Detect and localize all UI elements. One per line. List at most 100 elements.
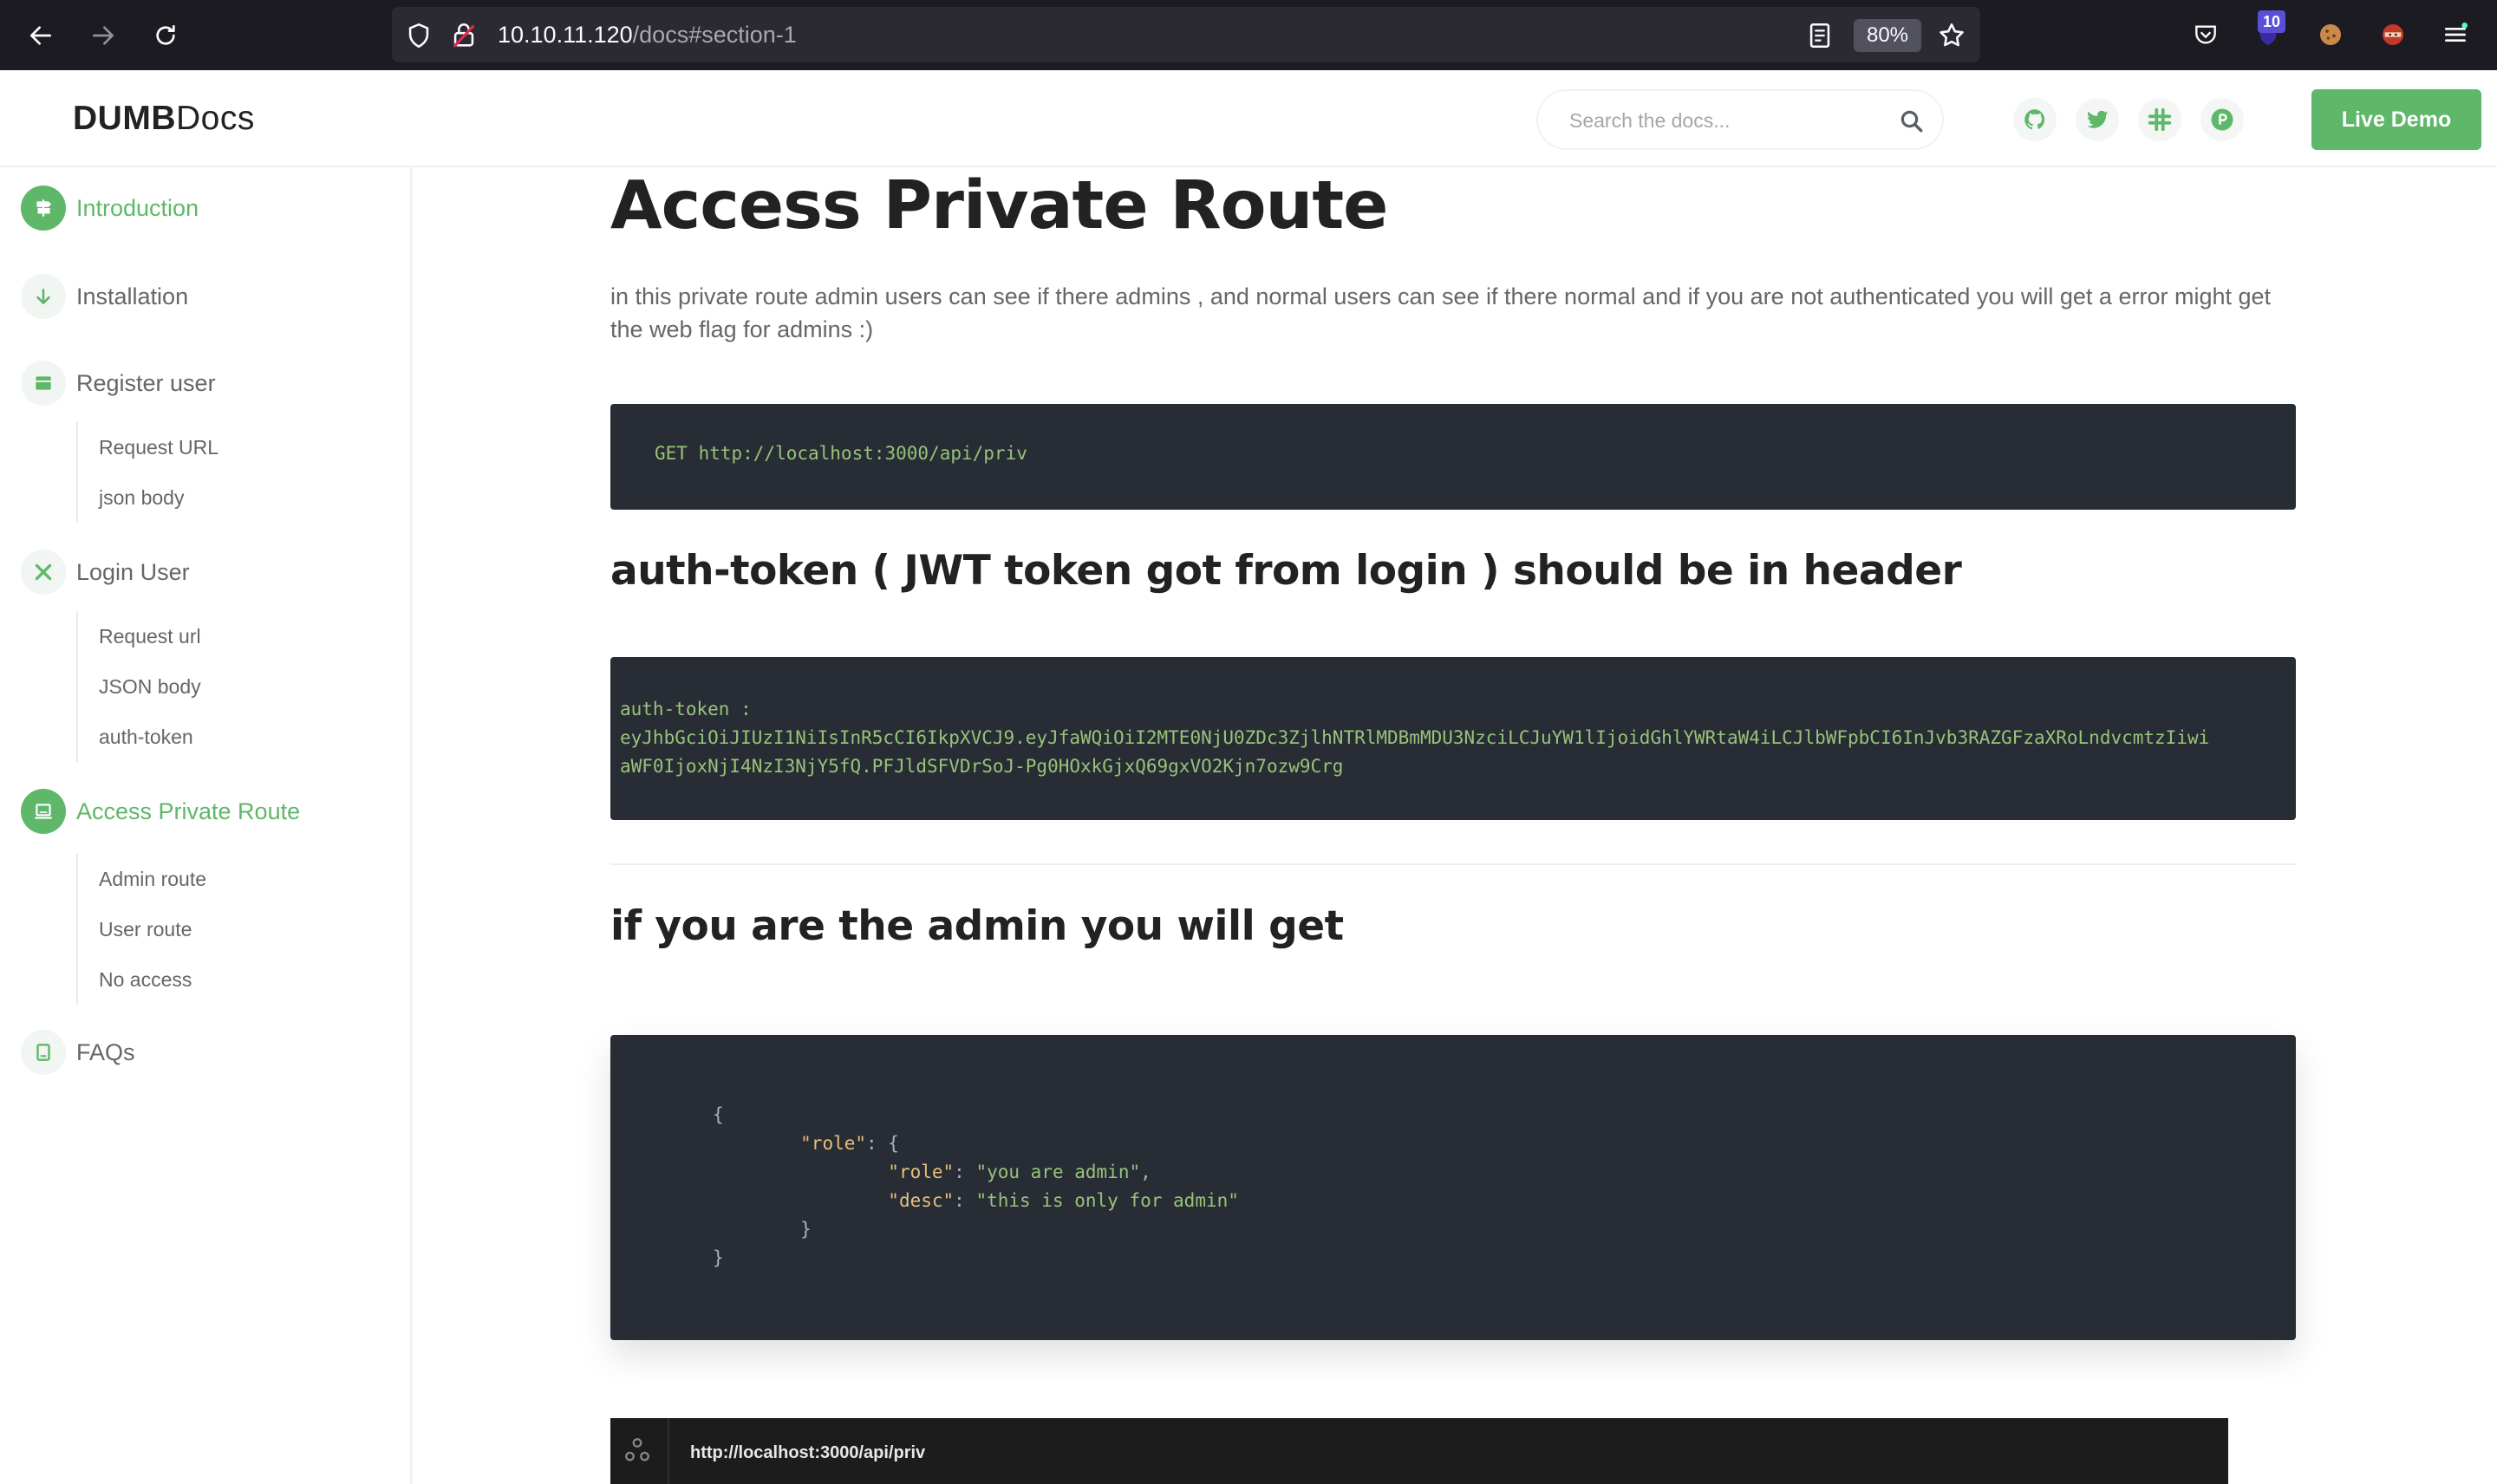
site-header: DUMBDocs Live Demo (0, 70, 2497, 167)
browser-toolbar: 10.10.11.120/docs#section-1 80% 10 (0, 0, 2497, 70)
sidebar-item-label: Register user (76, 369, 216, 396)
request-code: GET http://localhost:3000/api/priv (655, 443, 1027, 464)
subnav-json-body[interactable]: JSON body (78, 661, 201, 712)
token-code-block[interactable]: auth-token : eyJhbGciOiJIUzI1NiIsInR5cCI… (610, 657, 2296, 820)
request-code-block[interactable]: GET http://localhost:3000/api/priv (610, 404, 2296, 510)
ninja-icon (2383, 24, 2403, 45)
sidebar-item-label: Installation (76, 283, 189, 309)
bookmark-star-icon[interactable] (1937, 21, 1966, 50)
zoom-level-button[interactable]: 80% (1854, 19, 1921, 52)
url-text[interactable]: 10.10.11.120/docs#section-1 (498, 7, 797, 62)
section-divider (610, 863, 2296, 865)
access-private-route-subnav: Admin route User route No access (76, 854, 206, 1005)
tools-icon (21, 550, 66, 595)
subnav-request-url[interactable]: Request URL (78, 422, 218, 472)
github-link[interactable] (2013, 98, 2057, 141)
cookie-icon (2320, 24, 2341, 45)
search-input[interactable] (1569, 101, 1881, 140)
json-open-brace: { (713, 1104, 724, 1125)
register-user-subnav: Request URL json body (76, 422, 218, 523)
back-button[interactable] (21, 16, 61, 55)
json-line-2: "role": { (800, 1133, 899, 1154)
admin-response-code-block[interactable]: { "role": { "role": "you are admin", "de… (610, 1035, 2296, 1340)
page-title: Access Private Route (610, 167, 1388, 244)
laptop-icon (21, 789, 66, 834)
sidebar-item-label: Introduction (76, 194, 199, 221)
arrow-left-icon (30, 26, 51, 45)
json-line-4: "desc": "this is only for admin" (888, 1190, 1239, 1211)
search-box[interactable] (1536, 89, 1944, 150)
token-line-1: eyJhbGciOiJIUzI1NiIsInR5cCI6IkpXVCJ9.eyJ… (620, 727, 2210, 748)
api-request-bar[interactable]: http://localhost:3000/api/priv (610, 1418, 2228, 1484)
forward-button[interactable] (83, 16, 123, 55)
json-line-5: } (713, 1215, 2296, 1244)
shield-icon[interactable] (404, 21, 434, 50)
sidebar-item-label: Access Private Route (76, 797, 301, 824)
reload-icon (156, 25, 175, 45)
json-line-6: } (713, 1244, 2296, 1272)
arrow-right-icon (93, 26, 114, 45)
json-close-brace: } (713, 1247, 724, 1268)
subnav-auth-token[interactable]: auth-token (78, 712, 201, 762)
signpost-icon (21, 186, 66, 231)
twitter-link[interactable] (2076, 98, 2119, 141)
sidebar-item-introduction[interactable]: Introduction (21, 185, 199, 231)
url-host: 10.10.11.120 (498, 22, 633, 48)
subnav-json-body[interactable]: json body (78, 472, 218, 523)
cookie-extension-button[interactable] (2313, 17, 2348, 52)
auth-header-heading: auth-token ( JWT token got from login ) … (610, 547, 1962, 595)
admin-response-heading: if you are the admin you will get (610, 902, 1344, 950)
slack-icon (2148, 107, 2172, 132)
tablet-icon (21, 1030, 66, 1075)
sidebar-item-label: FAQs (76, 1038, 135, 1065)
sidebar-item-faqs[interactable]: FAQs (21, 1029, 135, 1076)
slack-link[interactable] (2138, 98, 2181, 141)
url-path: /docs#section-1 (632, 22, 797, 48)
live-demo-button[interactable]: Live Demo (2311, 89, 2481, 150)
sidebar-item-login-user[interactable]: Login User (21, 549, 190, 596)
intro-paragraph: in this private route admin users can se… (610, 283, 2272, 342)
api-nodes-icon (625, 1438, 649, 1461)
docs-sidebar: Introduction Installation Register user … (0, 167, 413, 1484)
json-value-inner-role: "you are admin" (975, 1162, 1141, 1182)
site-logo[interactable]: DUMBDocs (73, 100, 255, 138)
json-key-inner-role: "role" (888, 1162, 955, 1182)
subnav-admin-route[interactable]: Admin route (78, 854, 206, 904)
url-bar[interactable]: 10.10.11.120/docs#section-1 80% (392, 7, 1980, 62)
subnav-request-url[interactable]: Request url (78, 611, 201, 661)
logo-bold: DUMB (73, 100, 176, 137)
extension-badge: 10 (2258, 10, 2285, 33)
logo-light: Docs (175, 100, 255, 137)
arrow-down-icon (21, 274, 66, 319)
json-line-3: "role": "you are admin", (888, 1162, 1151, 1182)
json-close-inner: } (800, 1219, 812, 1240)
pocket-icon (2195, 25, 2216, 44)
reader-view-icon[interactable] (1805, 21, 1835, 50)
json-key-desc: "desc" (888, 1190, 955, 1211)
hamburger-icon (2445, 23, 2468, 42)
api-bar-separator (668, 1418, 669, 1484)
product-hunt-icon (2211, 108, 2233, 131)
box-icon (21, 361, 66, 406)
subnav-no-access[interactable]: No access (78, 954, 206, 1005)
sidebar-item-access-private-route[interactable]: Access Private Route (21, 788, 300, 835)
login-user-subnav: Request url JSON body auth-token (76, 611, 201, 762)
reload-button[interactable] (146, 16, 186, 55)
token-line-2: aWF0IjoxNjI4NzI3NjY5fQ.PFJldSFVDrSoJ-Pg0… (620, 756, 1344, 777)
product-hunt-link[interactable] (2200, 98, 2244, 141)
token-label: auth-token : (620, 699, 752, 719)
json-value-desc: "this is only for admin" (975, 1190, 1239, 1211)
github-icon (2024, 109, 2045, 130)
sidebar-item-installation[interactable]: Installation (21, 273, 188, 320)
app-menu-button[interactable] (2438, 17, 2473, 52)
subnav-user-route[interactable]: User route (78, 904, 206, 954)
sidebar-item-register-user[interactable]: Register user (21, 360, 216, 407)
sidebar-item-label: Login User (76, 558, 190, 585)
search-icon[interactable] (1899, 108, 1925, 134)
pocket-button[interactable] (2188, 17, 2223, 52)
profile-extension-button[interactable] (2376, 17, 2410, 52)
json-key-role: "role" (800, 1133, 867, 1154)
insecure-lock-icon[interactable] (449, 21, 479, 50)
api-url[interactable]: http://localhost:3000/api/priv (690, 1418, 925, 1484)
twitter-icon (2087, 110, 2109, 128)
